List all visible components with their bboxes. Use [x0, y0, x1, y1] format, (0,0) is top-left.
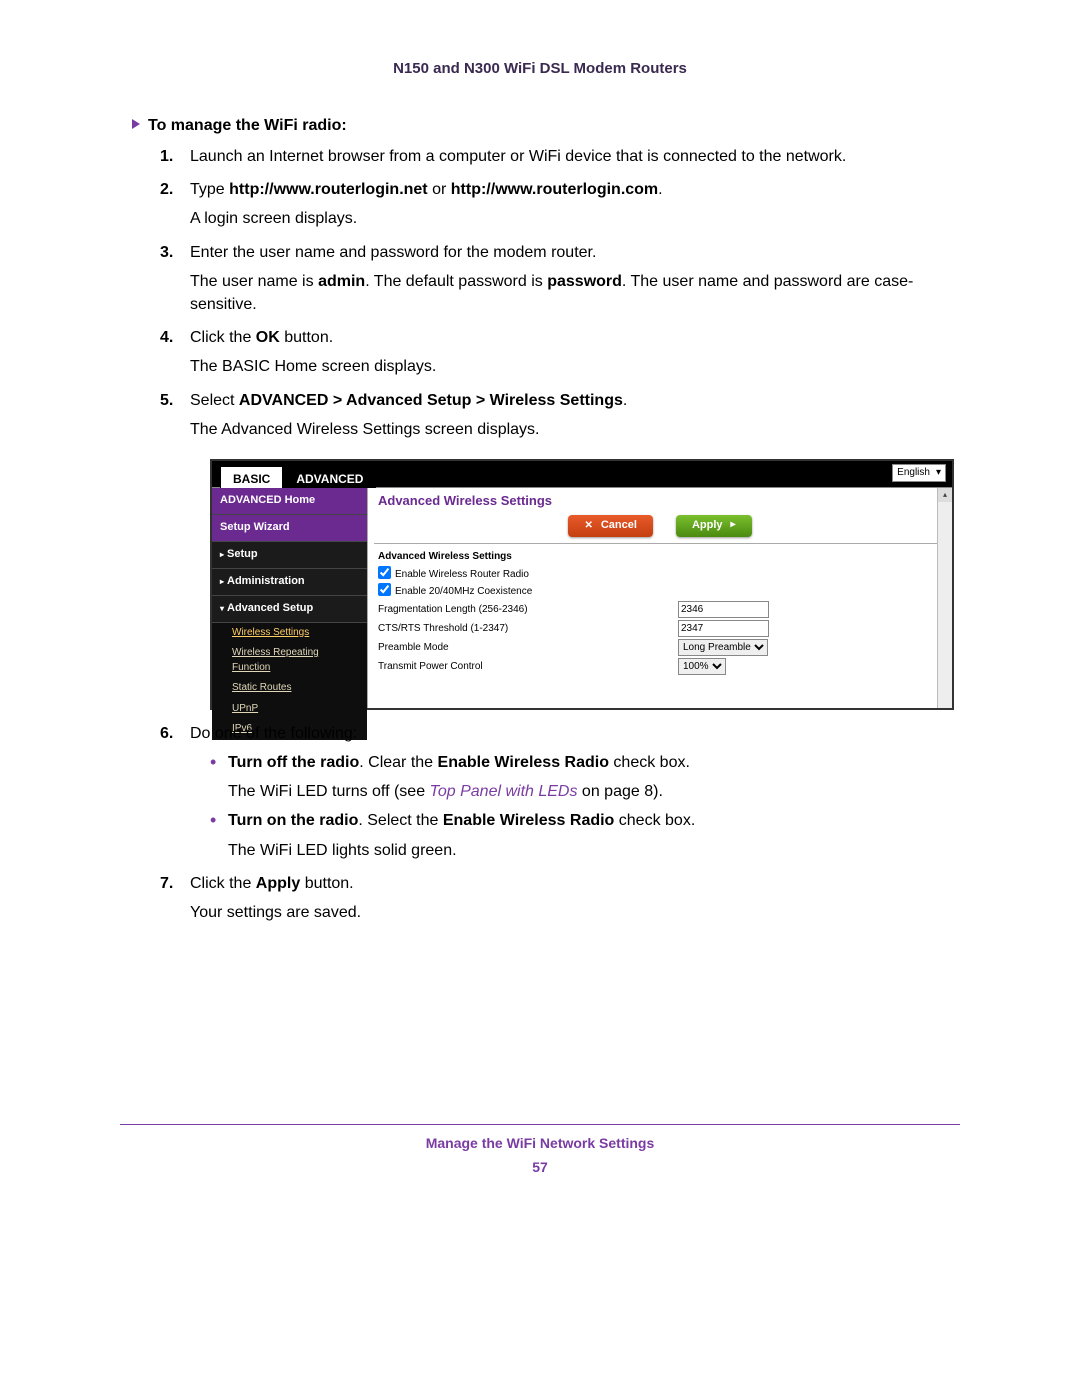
row-cts: CTS/RTS Threshold (1-2347): [368, 619, 952, 638]
footer-divider: [120, 1124, 960, 1125]
button-row: ✕Cancel Apply▸: [368, 515, 952, 537]
preamble-select[interactable]: Long Preamble: [678, 639, 768, 656]
ui-topbar: BASIC ADVANCED English ▾: [212, 461, 952, 487]
step-paragraph: The user name is admin. The default pass…: [190, 270, 960, 316]
sidebar-item-advanced-home[interactable]: ADVANCED Home: [212, 488, 367, 515]
sidebar-sub-wireless-repeating[interactable]: Wireless Repeating Function: [212, 643, 367, 678]
row-fragmentation: Fragmentation Length (256-2346): [368, 600, 952, 619]
sidebar: ADVANCED Home Setup Wizard ▸Setup ▸Admin…: [212, 488, 367, 708]
footer-page-number: 57: [120, 1159, 960, 1175]
sidebar-sub-static-routes[interactable]: Static Routes: [212, 678, 367, 699]
step-text: Click the OK button.: [190, 329, 333, 346]
step-paragraph: A login screen displays.: [190, 207, 960, 230]
step-6: 6. Do one of the following: Turn off the…: [190, 722, 960, 862]
enable-coex-checkbox[interactable]: [378, 583, 391, 596]
field-label: Preamble Mode: [378, 641, 678, 656]
fragmentation-input[interactable]: [678, 601, 769, 618]
step-text: Select ADVANCED > Advanced Setup > Wirel…: [190, 392, 627, 409]
scroll-up-icon[interactable]: ▴: [938, 488, 952, 502]
triangle-bullet-icon: [132, 119, 140, 129]
field-label: Transmit Power Control: [378, 660, 678, 675]
caret-right-icon: ▸: [220, 576, 224, 588]
row-preamble: Preamble Mode Long Preamble: [368, 638, 952, 657]
step-number: 7.: [160, 872, 173, 895]
language-value: English: [897, 466, 930, 481]
task-title-text: To manage the WiFi radio:: [148, 117, 347, 134]
step-number: 5.: [160, 389, 173, 412]
sidebar-sub-upnp[interactable]: UPnP: [212, 699, 367, 720]
sidebar-item-setup[interactable]: ▸Setup: [212, 542, 367, 569]
step-5: 5. Select ADVANCED > Advanced Setup > Wi…: [190, 389, 960, 710]
step-text: Type http://www.routerlogin.net or http:…: [190, 181, 663, 198]
doc-header-title: N150 and N300 WiFi DSL Modem Routers: [120, 60, 960, 77]
step-4: 4. Click the OK button. The BASIC Home s…: [190, 326, 960, 378]
step-number: 2.: [160, 178, 173, 201]
link-top-panel-leds[interactable]: Top Panel with LEDs: [430, 783, 578, 800]
field-label: Fragmentation Length (256-2346): [378, 603, 678, 618]
section-label: Advanced Wireless Settings: [368, 544, 952, 567]
step-text: Launch an Internet browser from a comput…: [190, 148, 846, 165]
footer-section-title: Manage the WiFi Network Settings: [120, 1135, 960, 1151]
sidebar-item-advanced-setup[interactable]: ▾Advanced Setup: [212, 596, 367, 623]
sub-bullet-list: Turn off the radio. Clear the Enable Wir…: [190, 751, 960, 862]
content-pane: Advanced Wireless Settings ✕Cancel Apply…: [367, 488, 952, 708]
chevron-down-icon: ▾: [936, 466, 941, 481]
content-title: Advanced Wireless Settings: [368, 488, 952, 513]
enable-radio-checkbox[interactable]: [378, 566, 391, 579]
close-icon: ✕: [584, 519, 592, 534]
step-text: Enter the user name and password for the…: [190, 244, 596, 261]
caret-right-icon: ▸: [731, 518, 736, 533]
sub-paragraph: The WiFi LED turns off (see Top Panel wi…: [228, 780, 960, 803]
tx-power-select[interactable]: 100%: [678, 658, 726, 675]
step-number: 3.: [160, 241, 173, 264]
step-list: 1. Launch an Internet browser from a com…: [120, 145, 960, 924]
router-ui-screenshot: BASIC ADVANCED English ▾ ADVANCED Home S…: [210, 459, 954, 710]
step-text: Click the Apply button.: [190, 875, 354, 892]
field-label: CTS/RTS Threshold (1-2347): [378, 622, 678, 637]
sub-bullet-on: Turn on the radio. Select the Enable Wir…: [210, 809, 960, 861]
step-paragraph: Your settings are saved.: [190, 901, 960, 924]
checkbox-label: Enable Wireless Router Radio: [395, 569, 529, 580]
cancel-button[interactable]: ✕Cancel: [568, 515, 652, 537]
step-paragraph: The Advanced Wireless Settings screen di…: [190, 418, 960, 441]
step-paragraph: The BASIC Home screen displays.: [190, 355, 960, 378]
apply-button[interactable]: Apply▸: [676, 515, 752, 537]
language-select[interactable]: English ▾: [892, 464, 946, 483]
step-3: 3. Enter the user name and password for …: [190, 241, 960, 317]
row-tx-power: Transmit Power Control 100%: [368, 657, 952, 676]
caret-right-icon: ▸: [220, 549, 224, 561]
step-7: 7. Click the Apply button. Your settings…: [190, 872, 960, 924]
checkbox-label: Enable 20/40MHz Coexistence: [395, 586, 532, 597]
step-number: 6.: [160, 722, 173, 745]
sidebar-item-administration[interactable]: ▸Administration: [212, 569, 367, 596]
ui-body: ADVANCED Home Setup Wizard ▸Setup ▸Admin…: [212, 487, 952, 708]
cts-input[interactable]: [678, 620, 769, 637]
step-1: 1. Launch an Internet browser from a com…: [190, 145, 960, 168]
sidebar-sub-wireless-settings[interactable]: Wireless Settings: [212, 623, 367, 644]
caret-down-icon: ▾: [220, 603, 224, 615]
step-2: 2. Type http://www.routerlogin.net or ht…: [190, 178, 960, 230]
step-number: 4.: [160, 326, 173, 349]
step-text: Do one of the following:: [190, 725, 357, 742]
sidebar-item-setup-wizard[interactable]: Setup Wizard: [212, 515, 367, 542]
sub-paragraph: The WiFi LED lights solid green.: [228, 839, 960, 862]
step-number: 1.: [160, 145, 173, 168]
checkbox-enable-coex: Enable 20/40MHz Coexistence: [368, 583, 952, 600]
sub-bullet-off: Turn off the radio. Clear the Enable Wir…: [210, 751, 960, 803]
checkbox-enable-radio: Enable Wireless Router Radio: [368, 566, 952, 583]
task-heading: To manage the WiFi radio:: [120, 117, 960, 135]
scrollbar[interactable]: ▴: [937, 488, 952, 708]
